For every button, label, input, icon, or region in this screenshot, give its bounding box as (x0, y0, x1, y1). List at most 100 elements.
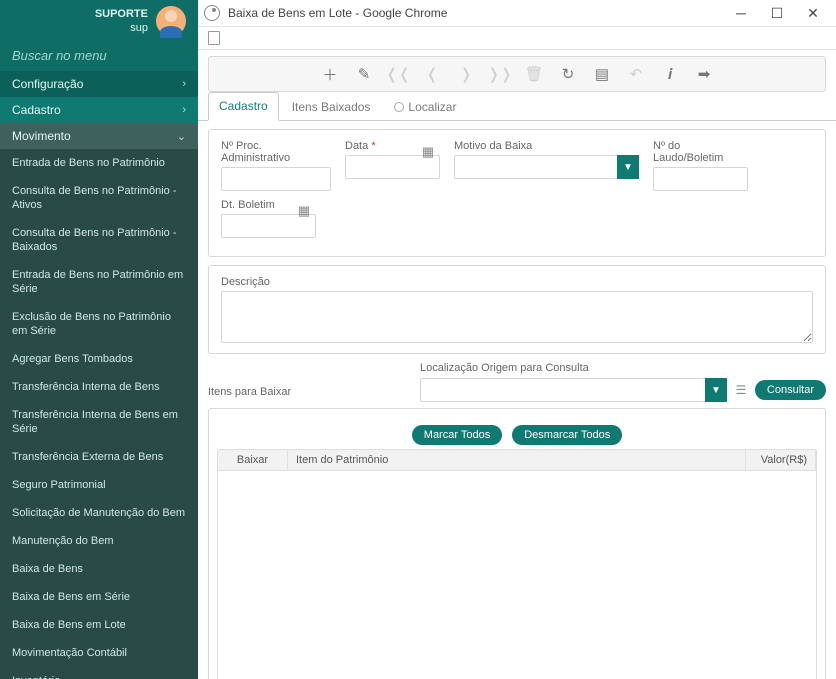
grid-body[interactable] (218, 471, 816, 679)
submenu-label: Inventário (12, 674, 60, 679)
toolbar: ＋ ✎ ❬❬ ❬ ❭ ❭❭ 🗑 ↻ ▤ ↶ 𝒊 ➡ (208, 56, 826, 92)
submenu-item[interactable]: Agregar Bens Tombados (0, 345, 198, 373)
col-valor[interactable]: Valor(R$) (746, 450, 816, 470)
field-label: Nº Proc. Administrativo (221, 140, 331, 164)
user-text: SUPORTE sup (95, 7, 148, 35)
n-proc-input[interactable] (221, 167, 331, 191)
submenu-item[interactable]: Baixa de Bens em Série (0, 583, 198, 611)
window-buttons: ─ ☐ ✕ (724, 4, 830, 22)
undo-icon: ↶ (627, 65, 645, 83)
descricao-textarea[interactable] (221, 291, 813, 343)
submenu-item[interactable]: Manutenção do Bem (0, 527, 198, 555)
field-dt-boletim: Dt. Boletim ▦ (221, 199, 316, 238)
menu-label: Cadastro (12, 103, 61, 117)
submenu-label: Baixa de Bens em Série (12, 590, 130, 604)
chevron-right-icon: › (182, 104, 186, 116)
tab-itens-baixados[interactable]: Itens Baixados (281, 93, 382, 120)
submenu-label: Solicitação de Manutenção do Bem (12, 506, 185, 520)
submenu-item[interactable]: Baixa de Bens em Lote (0, 611, 198, 639)
n-laudo-input[interactable] (653, 167, 748, 191)
user-name: sup (95, 21, 148, 35)
dropdown-icon[interactable]: ▼ (617, 155, 639, 179)
window-title: Baixa de Bens em Lote - Google Chrome (228, 6, 716, 20)
avatar[interactable] (156, 6, 186, 36)
consultar-button[interactable]: Consultar (755, 380, 826, 400)
fieldset-main: Nº Proc. Administrativo Data * ▦ Motivo … (208, 129, 826, 257)
loc-consult: Localização Origem para Consulta ▼ ☰ Con… (420, 362, 826, 402)
menu-cadastro[interactable]: Cadastro › (0, 97, 198, 123)
grid-controls: Marcar Todos Desmarcar Todos (217, 425, 817, 445)
menu-movimento[interactable]: Movimento ⌄ (0, 123, 198, 149)
window-titlebar: Baixa de Bens em Lote - Google Chrome ─ … (198, 0, 836, 27)
menu-configuracao[interactable]: Configuração › (0, 71, 198, 97)
marcar-todos-button[interactable]: Marcar Todos (412, 425, 502, 445)
loc-input[interactable] (420, 378, 727, 402)
submenu-item[interactable]: Entrada de Bens no Patrimônio em Série (0, 261, 198, 303)
last-icon: ❭❭ (491, 65, 509, 83)
field-descricao: Descrição (221, 276, 813, 343)
submenu-item[interactable]: Movimentação Contábil (0, 639, 198, 667)
motivo-select[interactable]: ▼ (454, 155, 639, 179)
field-n-laudo: Nº do Laudo/Boletim (653, 140, 748, 191)
submenu-label: Entrada de Bens no Patrimônio em Série (12, 268, 186, 296)
close-button[interactable]: ✕ (804, 4, 822, 22)
submenu-item[interactable]: Seguro Patrimonial (0, 471, 198, 499)
submenu-item[interactable]: Consulta de Bens no Patrimônio - Baixado… (0, 219, 198, 261)
prev-icon: ❬ (423, 65, 441, 83)
desmarcar-todos-button[interactable]: Desmarcar Todos (512, 425, 622, 445)
submenu-label: Movimentação Contábil (12, 646, 127, 660)
chevron-right-icon: › (182, 78, 186, 90)
submenu-label: Seguro Patrimonial (12, 478, 106, 492)
edit-icon[interactable]: ✎ (355, 65, 373, 83)
submenu-item[interactable]: Transferência Externa de Bens (0, 443, 198, 471)
submenu-item[interactable]: Consulta de Bens no Patrimônio - Ativos (0, 177, 198, 219)
tab-localizar[interactable]: Localizar (383, 93, 467, 120)
submenu-item[interactable]: Exclusão de Bens no Patrimônio em Série (0, 303, 198, 345)
first-icon: ❬❬ (389, 65, 407, 83)
submenu-label: Transferência Externa de Bens (12, 450, 163, 464)
minimize-button[interactable]: ─ (732, 4, 750, 22)
tab-cadastro[interactable]: Cadastro (208, 92, 279, 121)
col-item[interactable]: Item do Patrimônio (288, 450, 746, 470)
menu-label: Movimento (12, 129, 71, 143)
submenu-item[interactable]: Inventário (0, 667, 198, 679)
fieldset-descricao: Descrição (208, 265, 826, 354)
chrome-icon (204, 5, 220, 21)
calendar-icon[interactable]: ▦ (418, 142, 438, 162)
address-bar (198, 27, 836, 50)
loc-label: Localização Origem para Consulta (420, 362, 826, 374)
main-panel: Baixa de Bens em Lote - Google Chrome ─ … (198, 0, 836, 679)
submenu-item[interactable]: Transferência Interna de Bens em Série (0, 401, 198, 443)
fieldset-grid: Marcar Todos Desmarcar Todos Baixar Item… (208, 408, 826, 679)
submenu-label: Consulta de Bens no Patrimônio - Baixado… (12, 226, 186, 254)
next-icon: ❭ (457, 65, 475, 83)
items-label: Itens para Baixar (208, 386, 291, 398)
sidebar: SUPORTE sup Configuração › Cadastro › Mo… (0, 0, 198, 679)
delete-icon: 🗑 (525, 65, 543, 83)
submenu-item[interactable]: Solicitação de Manutenção do Bem (0, 499, 198, 527)
submenu-label: Consulta de Bens no Patrimônio - Ativos (12, 184, 186, 212)
tab-label: Itens Baixados (292, 100, 371, 114)
list-icon[interactable]: ▤ (593, 65, 611, 83)
submenu-item[interactable]: Baixa de Bens (0, 555, 198, 583)
info-icon[interactable]: 𝒊 (661, 65, 679, 83)
submenu-label: Entrada de Bens no Patrimônio (12, 156, 165, 170)
submenu-item[interactable]: Entrada de Bens no Patrimônio (0, 149, 198, 177)
menu-movimento-submenu: Entrada de Bens no Patrimônio Consulta d… (0, 149, 198, 679)
add-icon[interactable]: ＋ (321, 65, 339, 83)
list-picker-icon[interactable]: ☰ (733, 382, 749, 398)
exit-icon[interactable]: ➡ (695, 65, 713, 83)
field-data: Data * ▦ (345, 140, 440, 191)
refresh-icon[interactable]: ↻ (559, 65, 577, 83)
submenu-item[interactable]: Transferência Interna de Bens (0, 373, 198, 401)
submenu-label: Agregar Bens Tombados (12, 352, 133, 366)
col-baixar[interactable]: Baixar (218, 450, 288, 470)
motivo-input[interactable] (454, 155, 639, 179)
calendar-icon[interactable]: ▦ (294, 201, 314, 221)
loc-select[interactable]: ▼ (420, 378, 727, 402)
menu-label: Configuração (12, 77, 83, 91)
dropdown-icon[interactable]: ▼ (705, 378, 727, 402)
grid-header: Baixar Item do Patrimônio Valor(R$) (218, 450, 816, 471)
maximize-button[interactable]: ☐ (768, 4, 786, 22)
search-input[interactable] (12, 48, 186, 63)
